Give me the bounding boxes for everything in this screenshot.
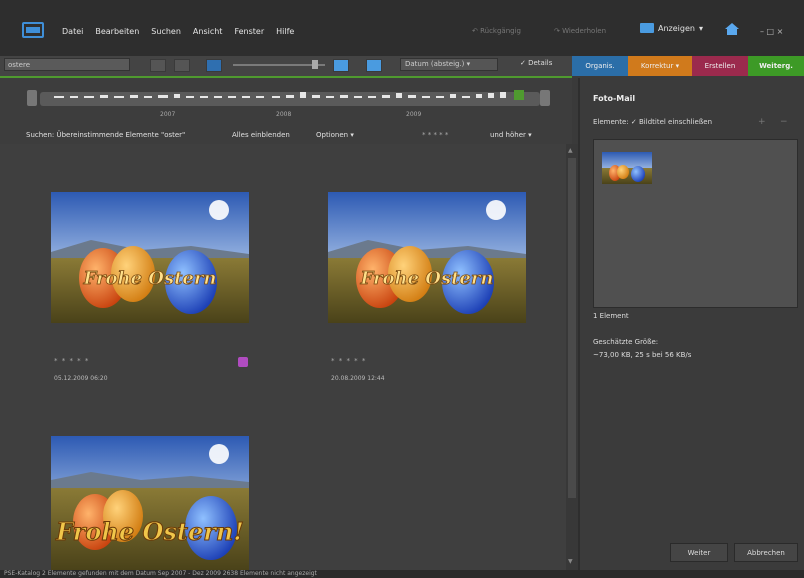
monitor-icon — [640, 23, 654, 33]
tab-fix-label: Korrektur — [640, 62, 674, 70]
sort-select[interactable]: Datum (absteig.) ▾ — [400, 58, 498, 71]
next-button[interactable]: Weiter — [670, 543, 728, 562]
photo-caption: Frohe Ostern — [360, 268, 494, 289]
size-value: ~73,00 KB, 25 s bei 56 KB/s — [593, 351, 692, 359]
menu-item-window[interactable]: Fenster — [234, 27, 264, 36]
size-label: Geschätzte Größe: — [593, 338, 659, 346]
panel-title: Foto-Mail — [593, 94, 636, 103]
show-button[interactable]: Anzeigen ▾ — [640, 23, 703, 33]
main-menu: Datei Bearbeiten Suchen Ansicht Fenster … — [62, 27, 294, 36]
tab-organize-label: Organis. — [585, 62, 615, 70]
search-description: Suchen: Übereinstimmende Elemente "oster… — [26, 131, 186, 139]
show-label: Anzeigen — [658, 23, 695, 33]
search-input[interactable] — [4, 58, 130, 71]
timeline-histogram — [54, 90, 524, 100]
timeline-left-handle[interactable] — [27, 90, 37, 106]
scrollbar-thumb[interactable] — [568, 158, 576, 498]
tab-organize[interactable]: Organis. — [572, 56, 628, 76]
show-all-button[interactable]: Alles einblenden — [232, 131, 290, 139]
app-logo-icon — [22, 22, 44, 38]
selected-item-thumbnail[interactable] — [602, 152, 652, 184]
redo-label: Wiederholen — [562, 27, 607, 35]
redo-button[interactable]: ↷ Wiederholen — [554, 27, 606, 35]
back-icon[interactable] — [150, 59, 166, 72]
tab-share-label: Weiterg. — [759, 62, 793, 70]
sort-label: Datum (absteig.) — [405, 60, 465, 68]
tab-share[interactable]: Weiterg. — [748, 56, 804, 76]
single-photo-icon[interactable] — [333, 59, 349, 72]
grid-view-icon[interactable] — [206, 59, 222, 72]
status-text: PSE-Katalog 2 Elemente gefunden mit dem … — [4, 570, 317, 577]
caption-checkbox[interactable]: ✓ — [631, 118, 637, 126]
window-controls[interactable]: – □ × — [760, 27, 783, 36]
estimated-size: Geschätzte Größe: ~73,00 KB, 25 s bei 56… — [593, 336, 691, 362]
timeline-year-2009: 2009 — [406, 111, 422, 118]
photo-date: 20.08.2009 12:44 — [331, 375, 385, 382]
undo-label: Rückgängig — [480, 27, 521, 35]
photo-caption: Frohe Ostern — [83, 268, 217, 289]
tab-fix[interactable]: Korrektur ▾ — [628, 56, 692, 76]
details-label: Details — [528, 59, 553, 67]
item-count: 1 Element — [593, 312, 629, 320]
rating-stars[interactable]: * * * * * — [331, 357, 366, 365]
tab-create[interactable]: Erstellen — [692, 56, 748, 76]
photo-caption: Frohe Ostern! — [55, 517, 244, 546]
remove-icon[interactable]: − — [780, 117, 788, 127]
photo-thumbnail[interactable]: Frohe Ostern — [51, 192, 249, 323]
menu-item-edit[interactable]: Bearbeiten — [95, 27, 139, 36]
photo-thumbnail[interactable]: Frohe Ostern! — [51, 436, 249, 570]
elements-label: Elemente: — [593, 118, 629, 126]
menu-item-file[interactable]: Datei — [62, 27, 83, 36]
photo-thumbnail[interactable]: Frohe Ostern — [328, 192, 526, 323]
forward-icon[interactable] — [174, 59, 190, 72]
menu-item-search[interactable]: Suchen — [151, 27, 181, 36]
home-icon[interactable] — [724, 22, 740, 36]
menu-item-help[interactable]: Hilfe — [276, 27, 294, 36]
cancel-button[interactable]: Abbrechen — [734, 543, 798, 562]
undo-button[interactable]: ↶ Rückgängig — [472, 27, 521, 35]
chevron-down-icon: ▾ — [698, 23, 703, 33]
options-menu[interactable]: Optionen ▾ — [316, 131, 354, 139]
zoom-slider-handle[interactable] — [312, 60, 318, 69]
menu-item-view[interactable]: Ansicht — [193, 27, 223, 36]
fullscreen-icon[interactable] — [366, 59, 382, 72]
caption-checkbox-label: Bildtitel einschließen — [639, 118, 713, 126]
tab-create-label: Erstellen — [704, 62, 736, 70]
timeline-year-2008: 2008 — [276, 111, 292, 118]
scroll-down-icon[interactable]: ▼ — [568, 558, 573, 565]
rating-stars[interactable]: * * * * * — [54, 357, 89, 365]
rating-filter-select[interactable]: und höher ▾ — [490, 131, 532, 139]
scroll-up-icon[interactable]: ▲ — [568, 147, 573, 154]
options-label: Optionen — [316, 131, 349, 139]
tag-icon[interactable] — [238, 357, 248, 367]
rating-filter-label: und höher — [490, 131, 526, 139]
timeline-year-2007: 2007 — [160, 111, 176, 118]
timeline-right-handle[interactable] — [540, 90, 550, 106]
add-icon[interactable]: + — [758, 117, 766, 127]
details-checkbox[interactable]: ✓ Details — [520, 59, 552, 67]
elements-row: Elemente: ✓ Bildtitel einschließen — [593, 118, 712, 126]
rating-filter-stars[interactable]: * * * * * — [422, 131, 448, 139]
photo-date: 05.12.2009 06:20 — [54, 375, 108, 382]
